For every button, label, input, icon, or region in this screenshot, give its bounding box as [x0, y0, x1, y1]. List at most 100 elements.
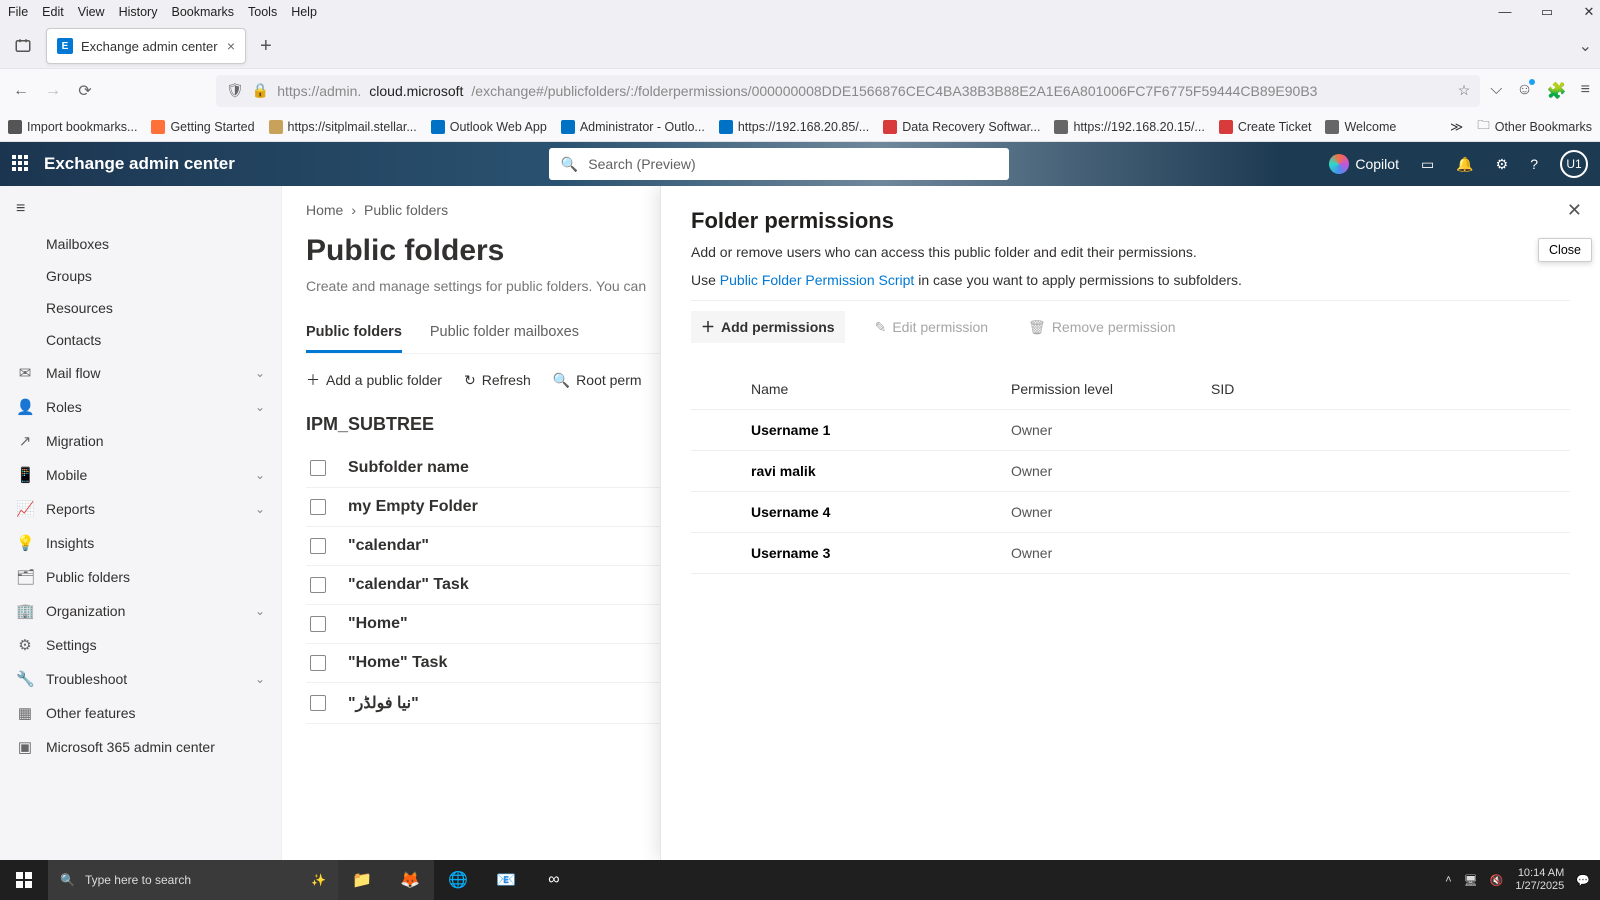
nav-item[interactable]: 🗂Public folders — [0, 560, 281, 594]
tab-public-folders[interactable]: Public folders — [306, 324, 402, 353]
menu-tools[interactable]: Tools — [248, 5, 277, 19]
permission-row[interactable]: Username 4Owner — [691, 492, 1570, 533]
taskbar-search[interactable]: 🔍 Type here to search ✨ — [48, 860, 338, 900]
permission-script-link[interactable]: Public Folder Permission Script — [720, 272, 915, 288]
nav-item[interactable]: 📈Reports⌄ — [0, 492, 281, 526]
col-sid[interactable]: SID — [1211, 381, 1234, 397]
forward-button[interactable]: → — [42, 80, 64, 102]
bookmark-item[interactable]: Administrator - Outlo... — [561, 120, 705, 134]
back-button[interactable]: ← — [10, 80, 32, 102]
bookmarks-overflow-icon[interactable]: ≫ — [1450, 119, 1463, 134]
col-permission-level[interactable]: Permission level — [1011, 381, 1211, 397]
bookmark-item[interactable]: Data Recovery Softwar... — [883, 120, 1040, 134]
nav-item[interactable]: 💡Insights — [0, 526, 281, 560]
add-folder-button[interactable]: ＋Add a public folder — [306, 370, 442, 390]
nav-item[interactable]: 📱Mobile⌄ — [0, 458, 281, 492]
col-name[interactable]: Name — [751, 381, 1011, 397]
nav-item[interactable]: Groups — [0, 260, 281, 292]
row-checkbox[interactable] — [310, 538, 326, 554]
menu-bookmarks[interactable]: Bookmarks — [171, 5, 234, 19]
menu-file[interactable]: File — [8, 5, 28, 19]
visualstudio-icon[interactable]: ∞ — [530, 860, 578, 900]
refresh-button[interactable]: ↻Refresh — [464, 372, 531, 389]
header-search[interactable]: 🔍 Search (Preview) — [549, 148, 1009, 180]
account-icon[interactable]: ☺ — [1516, 81, 1532, 101]
recent-tabs-button[interactable] — [8, 31, 38, 61]
row-checkbox[interactable] — [310, 577, 326, 593]
reload-button[interactable]: ⟳ — [74, 80, 96, 102]
help-icon[interactable]: ? — [1530, 156, 1538, 172]
close-icon[interactable]: ✕ — [1582, 4, 1596, 20]
explorer-icon[interactable]: 📁 — [338, 860, 386, 900]
lock-icon[interactable]: 🔒 — [252, 82, 269, 99]
nav-item[interactable]: ▦Other features — [0, 696, 281, 730]
bookmark-item[interactable]: Import bookmarks... — [8, 120, 137, 134]
nav-item[interactable]: Resources — [0, 292, 281, 324]
user-avatar[interactable]: U1 — [1560, 150, 1588, 178]
extensions-icon[interactable]: 🧩 — [1547, 81, 1567, 101]
bookmark-item[interactable]: https://sitplmail.stellar... — [269, 120, 417, 134]
outlook-icon[interactable]: 📧 — [482, 860, 530, 900]
nav-collapse-icon[interactable]: ≡ — [0, 194, 281, 224]
bookmark-item[interactable]: https://192.168.20.85/... — [719, 120, 869, 134]
panel-close-icon[interactable]: ✕ — [1567, 200, 1582, 221]
tab-close-icon[interactable]: × — [227, 38, 235, 54]
browser-tab[interactable]: E Exchange admin center × — [46, 28, 246, 64]
nav-item[interactable]: 👤Roles⌄ — [0, 390, 281, 424]
bookmark-item[interactable]: Welcome — [1325, 120, 1396, 134]
add-permissions-button[interactable]: ＋Add permissions — [691, 311, 845, 343]
row-checkbox[interactable] — [310, 655, 326, 671]
pocket-icon[interactable]: ⌵ — [1490, 81, 1502, 101]
nav-item[interactable]: ▣Microsoft 365 admin center — [0, 730, 281, 764]
permission-row[interactable]: Username 1Owner — [691, 410, 1570, 451]
nav-item[interactable]: ✉Mail flow⌄ — [0, 356, 281, 390]
nav-item[interactable]: ↗Migration — [0, 424, 281, 458]
action-center-icon[interactable]: 💬 — [1576, 874, 1590, 887]
bookmark-item[interactable]: Getting Started — [151, 120, 254, 134]
permission-row[interactable]: Username 3Owner — [691, 533, 1570, 574]
col-subfolder-name[interactable]: Subfolder name — [348, 459, 469, 477]
nav-item[interactable]: 🔧Troubleshoot⌄ — [0, 662, 281, 696]
display-icon[interactable]: 🖥 — [1464, 874, 1478, 887]
bookmark-star-icon[interactable]: ☆ — [1458, 82, 1471, 99]
notifications-icon[interactable]: 🔔 — [1456, 156, 1473, 173]
nav-item[interactable]: ⚙Settings — [0, 628, 281, 662]
chrome-icon[interactable]: 🌐 — [434, 860, 482, 900]
start-button[interactable] — [0, 860, 48, 900]
settings-icon[interactable]: ⚙ — [1496, 156, 1509, 173]
url-bar[interactable]: 🛡 🔒 https://admin.cloud.microsoft/exchan… — [216, 75, 1480, 107]
hamburger-icon[interactable]: ≡ — [1581, 81, 1590, 101]
bookmark-item[interactable]: https://192.168.20.15/... — [1054, 120, 1204, 134]
bookmark-item[interactable]: Outlook Web App — [431, 120, 547, 134]
copilot-button[interactable]: Copilot — [1329, 154, 1399, 174]
tray-chevron-icon[interactable]: ˄ — [1445, 874, 1451, 886]
panel-icon[interactable]: ▭ — [1421, 156, 1434, 173]
menu-edit[interactable]: Edit — [42, 5, 64, 19]
copilot-icon — [1329, 154, 1349, 174]
other-bookmarks[interactable]: 🗀 Other Bookmarks — [1477, 116, 1592, 137]
nav-item[interactable]: Contacts — [0, 324, 281, 356]
minimize-icon[interactable]: — — [1498, 4, 1512, 20]
menu-view[interactable]: View — [78, 5, 105, 19]
row-checkbox[interactable] — [310, 499, 326, 515]
row-checkbox[interactable] — [310, 616, 326, 632]
row-checkbox[interactable] — [310, 695, 326, 711]
menu-help[interactable]: Help — [291, 5, 317, 19]
app-launcher-icon[interactable] — [12, 155, 30, 173]
select-all-checkbox[interactable] — [310, 460, 326, 476]
firefox-icon[interactable]: 🦊 — [386, 860, 434, 900]
tabs-overflow-icon[interactable]: ⌄ — [1579, 36, 1592, 56]
root-perm-button[interactable]: 🔍Root perm — [553, 372, 642, 389]
crumb-home[interactable]: Home — [306, 202, 343, 218]
menu-history[interactable]: History — [119, 5, 158, 19]
new-tab-button[interactable]: + — [260, 35, 272, 58]
taskbar-clock[interactable]: 10:14 AM 1/27/2025 — [1515, 867, 1564, 893]
nav-item[interactable]: Mailboxes — [0, 228, 281, 260]
bookmark-item[interactable]: Create Ticket — [1219, 120, 1312, 134]
volume-icon[interactable]: 🔇 — [1490, 874, 1504, 887]
nav-item[interactable]: 🏢Organization⌄ — [0, 594, 281, 628]
maximize-icon[interactable]: ▭ — [1540, 4, 1554, 20]
permission-row[interactable]: ravi malikOwner — [691, 451, 1570, 492]
shield-icon[interactable]: 🛡 — [226, 82, 244, 99]
tab-pf-mailboxes[interactable]: Public folder mailboxes — [430, 324, 579, 353]
